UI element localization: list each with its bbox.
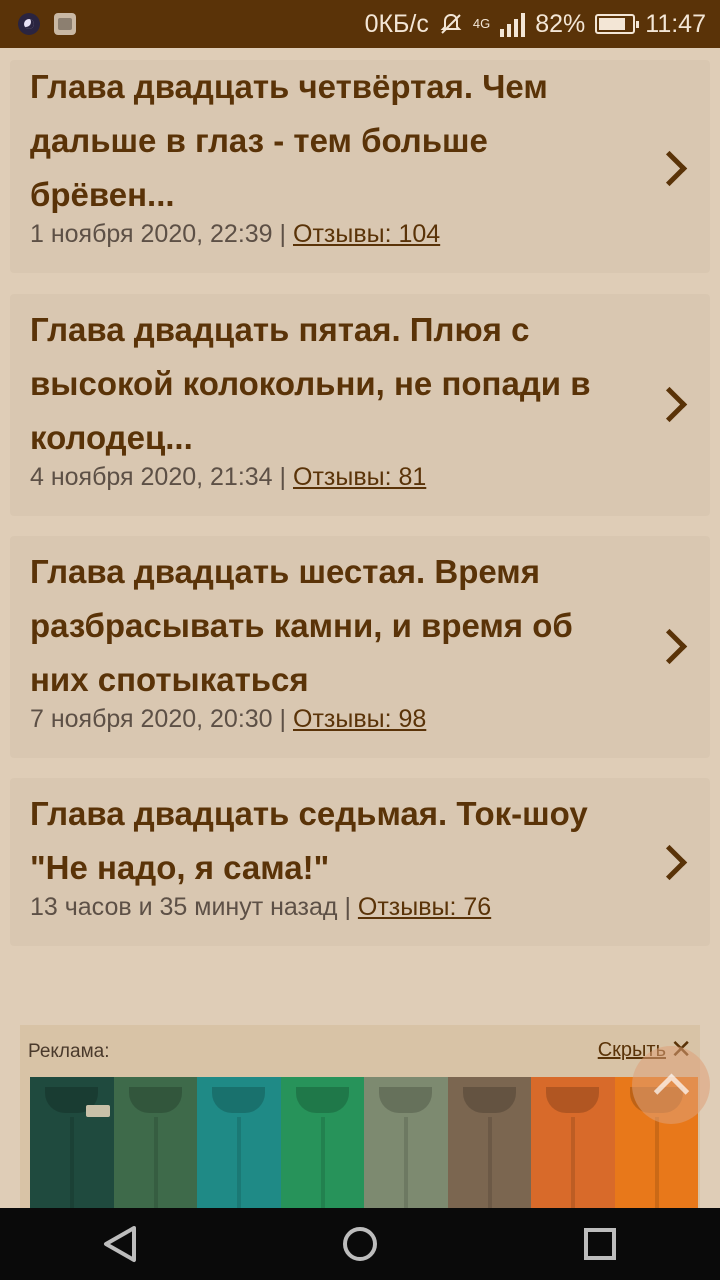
reviews-link[interactable]: Отзывы: 81 (293, 463, 426, 491)
chapter-title[interactable]: Глава двадцать седьмая. Ток-шоу "Не надо… (30, 778, 630, 895)
signal-icon (500, 11, 526, 37)
ad-shirt-swatch (197, 1077, 281, 1215)
battery-icon (595, 14, 640, 34)
chevron-right-icon[interactable] (651, 628, 688, 665)
clock: 11:47 (645, 9, 706, 38)
recents-square-icon (584, 1228, 616, 1260)
back-button[interactable] (80, 1214, 160, 1274)
home-button[interactable] (320, 1214, 400, 1274)
chapter-meta: 4 ноября 2020, 21:34 | Отзывы: 81 (30, 461, 630, 493)
navigation-bar (0, 1208, 720, 1280)
network-speed: 0КБ/с (364, 9, 429, 38)
moon-notification-icon (18, 13, 40, 35)
chapter-date: 7 ноября 2020, 20:30 (30, 705, 273, 733)
arrow-up-icon (653, 1072, 689, 1109)
ad-label: Реклама: (28, 1041, 110, 1062)
chapter-title[interactable]: Глава двадцать пятая. Плюя с высокой кол… (30, 294, 630, 465)
home-circle-icon (343, 1227, 377, 1261)
reviews-link[interactable]: Отзывы: 104 (293, 220, 440, 248)
chapter-title[interactable]: Глава двадцать четвёртая. Чем дальше в г… (30, 60, 630, 222)
chapter-meta: 1 ноября 2020, 22:39 | Отзывы: 104 (30, 218, 630, 250)
ad-shirt-swatch (113, 1077, 197, 1215)
ad-shirt-swatch (364, 1077, 448, 1215)
chapter-date: 1 ноября 2020, 22:39 (30, 220, 273, 248)
chapter-title[interactable]: Глава двадцать шестая. Время разбрасыват… (30, 536, 630, 707)
brand-logo-icon (86, 1105, 110, 1117)
network-type: 4G (472, 15, 491, 31)
chapter-date: 13 часов и 35 минут назад (30, 893, 338, 921)
ad-shirt-swatch (447, 1077, 531, 1215)
mute-icon (440, 13, 462, 34)
ad-shirt-swatch (531, 1077, 615, 1215)
ad-shirt-swatch (280, 1077, 364, 1215)
scroll-up-button[interactable] (632, 1046, 710, 1124)
back-triangle-icon (104, 1226, 136, 1262)
status-bar: 0КБ/с 4G 82% 11:47 (0, 0, 720, 48)
meta-separator: | (279, 220, 287, 248)
chevron-right-icon[interactable] (651, 386, 688, 423)
meta-separator: | (279, 705, 287, 733)
chapter-meta: 7 ноября 2020, 20:30 | Отзывы: 98 (30, 703, 630, 735)
ad-image[interactable] (30, 1077, 698, 1215)
chapter-card[interactable]: Глава двадцать седьмая. Ток-шоу "Не надо… (10, 778, 710, 946)
ad-shirt-swatch (30, 1077, 114, 1215)
chapter-date: 4 ноября 2020, 21:34 (30, 463, 273, 491)
chapter-card[interactable]: Глава двадцать четвёртая. Чем дальше в г… (10, 60, 710, 273)
recents-button[interactable] (560, 1214, 640, 1274)
battery-percent: 82% (535, 9, 586, 38)
meta-separator: | (344, 893, 351, 921)
chevron-right-icon[interactable] (651, 150, 688, 187)
chapter-card[interactable]: Глава двадцать пятая. Плюя с высокой кол… (10, 294, 710, 516)
ad-block: Реклама: Скрыть ✕ (20, 1025, 700, 1215)
chevron-right-icon[interactable] (651, 844, 688, 881)
chapter-meta: 13 часов и 35 минут назад | Отзывы: 76 (30, 891, 630, 923)
reviews-link[interactable]: Отзывы: 98 (293, 705, 426, 733)
image-notification-icon (54, 13, 76, 35)
chapter-card[interactable]: Глава двадцать шестая. Время разбрасыват… (10, 536, 710, 758)
meta-separator: | (279, 463, 287, 491)
reviews-link[interactable]: Отзывы: 76 (358, 893, 491, 921)
